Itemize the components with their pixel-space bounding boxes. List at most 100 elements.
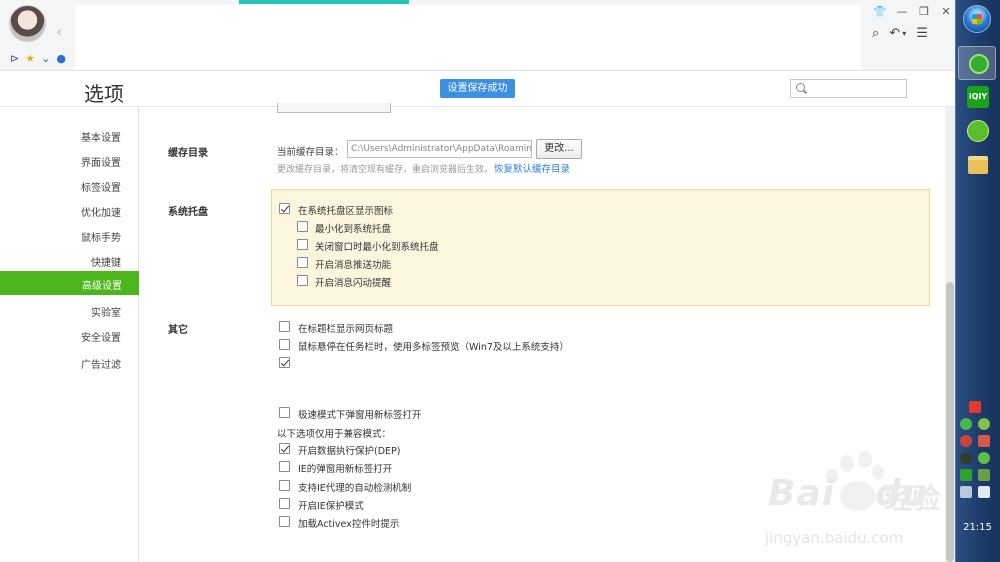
sidebar-item-advanced[interactable]: 高级设置 xyxy=(0,271,139,295)
settings-search-input[interactable] xyxy=(791,84,906,101)
ie-protected-mode-checkbox[interactable] xyxy=(279,498,290,509)
close-icon[interactable]: ✕ xyxy=(938,4,954,20)
settings-search-box[interactable] xyxy=(790,79,907,101)
tray-red-icon[interactable] xyxy=(960,435,972,447)
ie-popup-checkbox[interactable] xyxy=(279,461,290,472)
dep-checkbox[interactable] xyxy=(279,443,290,454)
restore-default-cache-link[interactable]: 恢复默认缓存目录 xyxy=(494,161,570,175)
option-label: 鼠标悬停在任务栏时，使用多标签预览（Win7及以上系统支持） xyxy=(298,342,569,353)
sidebar-item-optimize[interactable]: 优化加速 xyxy=(81,204,121,219)
bookmark-star-icon[interactable]: ★ xyxy=(25,52,35,65)
minimize-icon[interactable]: — xyxy=(894,4,910,20)
tray-flag-icon[interactable] xyxy=(978,469,990,481)
section-tray: 系统托盘 xyxy=(168,207,208,218)
option-label: 在系统托盘区显示图标 xyxy=(298,206,394,217)
folder-icon xyxy=(968,156,988,174)
sidebar-item-tabs[interactable]: 标签设置 xyxy=(81,179,121,194)
back-arrow-icon[interactable]: ‹ xyxy=(56,24,62,40)
volume-icon[interactable] xyxy=(978,486,990,498)
start-button[interactable] xyxy=(963,5,991,33)
taskbar-clock[interactable]: 21:15 xyxy=(955,522,1000,533)
tray-iqiyi-icon[interactable] xyxy=(960,469,972,481)
baidu-jingyan-watermark: Bai du 经验 jingyan.baidu.com xyxy=(762,451,947,560)
tray-close-minimize-checkbox[interactable] xyxy=(297,239,308,250)
option-label: 开启消息闪动提醒 xyxy=(315,278,392,289)
user-avatar[interactable] xyxy=(9,5,46,42)
active-tab-indicator[interactable] xyxy=(239,0,409,4)
section-cache: 缓存目录 xyxy=(168,148,208,159)
taskbar-app-360-browser[interactable] xyxy=(958,46,996,80)
sidebar-item-shortcuts[interactable]: 快捷键 xyxy=(91,254,121,269)
tray-dark-icon[interactable] xyxy=(960,452,972,464)
tray-push-checkbox[interactable] xyxy=(297,257,308,268)
taskbar-app-iqiyi[interactable]: iQIY xyxy=(958,80,996,114)
tray-ball-icon[interactable] xyxy=(978,418,990,430)
ie-proxy-checkbox[interactable] xyxy=(279,480,290,491)
tray-flash-checkbox[interactable] xyxy=(297,275,308,286)
360-browser-icon xyxy=(969,54,989,74)
option-label: 开启消息推送功能 xyxy=(315,260,392,271)
sidebar-item-lab[interactable]: 实验室 xyxy=(91,304,121,319)
undo-dropdown-icon[interactable]: ▾ xyxy=(902,26,906,42)
baidu-paw-icon[interactable]: ● xyxy=(56,52,66,65)
unlabeled-checkbox[interactable] xyxy=(279,357,290,368)
sidebar-item-basic[interactable]: 基本设置 xyxy=(81,129,121,144)
option-label: 最小化到系统托盘 xyxy=(315,224,392,235)
sidebar-item-ad-filter[interactable]: 广告过滤 xyxy=(81,356,121,371)
game-icon xyxy=(967,120,989,142)
chrome-divider xyxy=(0,70,955,71)
save-success-toast: 设置保存成功 xyxy=(440,79,515,98)
menu-icon[interactable]: ☰ xyxy=(916,26,928,42)
cache-dir-label: 当前缓存目录： xyxy=(277,147,344,158)
sidebar-item-label: 高级设置 xyxy=(82,281,122,292)
header-divider xyxy=(0,106,955,107)
search-tool-icon[interactable]: ⌕ xyxy=(872,26,879,42)
compat-mode-label: 以下选项仅用于兼容模式： xyxy=(277,429,392,440)
show-page-title-checkbox[interactable] xyxy=(279,321,290,332)
change-cache-button[interactable]: 更改... xyxy=(536,139,582,159)
sidebar-item-mouse-gestures[interactable]: 鼠标手势 xyxy=(81,229,121,244)
option-label: 支持IE代理的自动检测机制 xyxy=(298,483,412,494)
tray-speaker-icon[interactable] xyxy=(978,435,990,447)
sidebar-item-interface[interactable]: 界面设置 xyxy=(81,154,121,169)
option-label: 加载Activex控件时提示 xyxy=(298,519,400,530)
activex-prompt-checkbox[interactable] xyxy=(279,516,290,527)
page-title: 选项 xyxy=(84,82,124,106)
sidebar-item-security[interactable]: 安全设置 xyxy=(81,329,121,344)
cache-hint: 更改缓存目录，将清空现有缓存，重启浏览器后生效。 xyxy=(277,165,494,175)
settings-sidebar: 基本设置 界面设置 标签设置 优化加速 鼠标手势 快捷键 高级设置 实验室 安全… xyxy=(0,107,139,562)
toolbar-right: ⌕ ↶ ▾ ☰ xyxy=(872,26,928,42)
taskbar-preview-checkbox[interactable] xyxy=(279,339,290,350)
sidebar-toggle-icon[interactable]: ⊳ xyxy=(10,52,19,65)
tray-show-icon-checkbox[interactable] xyxy=(279,203,290,214)
option-label: IE的弹窗用新标签打开 xyxy=(298,464,393,475)
partial-button[interactable] xyxy=(277,103,391,113)
system-tray xyxy=(960,401,996,498)
iqiyi-icon: iQIY xyxy=(967,86,989,108)
tray-minimize-checkbox[interactable] xyxy=(297,221,308,232)
section-other: 其它 xyxy=(168,325,188,336)
tray-green-icon[interactable] xyxy=(960,418,972,430)
sogou-icon[interactable] xyxy=(969,401,981,413)
tray-chat-icon[interactable] xyxy=(978,452,990,464)
skin-icon[interactable]: 👕 xyxy=(872,4,888,20)
maximize-icon[interactable]: ❐ xyxy=(916,4,932,20)
scrollbar-thumb[interactable] xyxy=(946,282,954,562)
bookmark-bar: ⊳ ★ ⌄ ● xyxy=(0,48,75,68)
fast-mode-popup-checkbox[interactable] xyxy=(279,407,290,418)
option-label: 关闭窗口时最小化到系统托盘 xyxy=(315,242,439,253)
taskbar-app-game[interactable] xyxy=(958,114,996,148)
undo-icon[interactable]: ↶ xyxy=(889,26,900,42)
bookmark-dropdown-icon[interactable]: ⌄ xyxy=(41,52,50,65)
option-label: 开启IE保护模式 xyxy=(298,501,364,512)
search-icon xyxy=(796,83,805,92)
option-label: 极速模式下弹窗用新标签打开 xyxy=(298,410,422,421)
window-controls: 👕 — ❐ ✕ xyxy=(872,4,954,20)
cache-dir-field[interactable]: C:\Users\Administrator\AppData\Roaming\.… xyxy=(347,140,532,158)
option-label: 在标题栏显示网页标题 xyxy=(298,324,394,335)
taskbar-app-explorer[interactable] xyxy=(958,149,996,183)
watermark-url: jingyan.baidu.com xyxy=(765,529,904,547)
network-icon[interactable] xyxy=(960,486,972,498)
page-overlay-blank xyxy=(75,5,861,71)
watermark-cn: 经验 xyxy=(884,482,941,515)
